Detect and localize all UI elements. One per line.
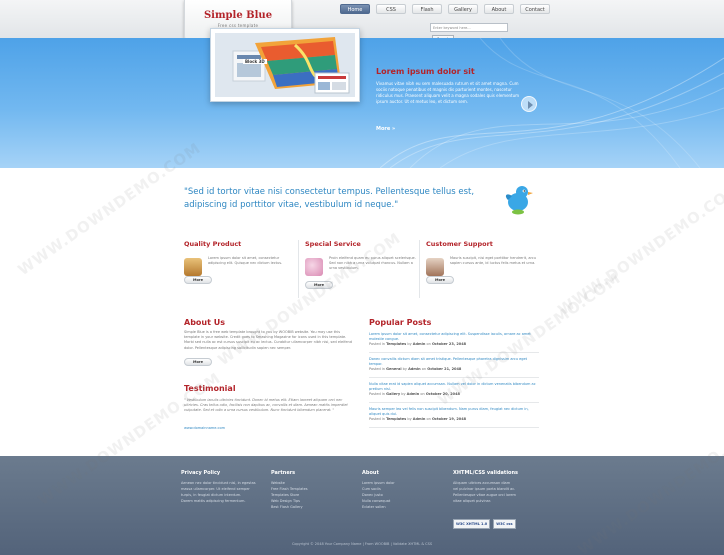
post-meta: Posted in Gallery by Admin on October 20…	[369, 392, 460, 397]
feature-title: Quality Product	[184, 240, 242, 248]
nav-css[interactable]: CSS	[376, 4, 406, 14]
copyright-text: Copyright © 2048 Your Company Name | Fro…	[291, 542, 433, 546]
intro-quote: "Sed id tortor vitae nisi consectetur te…	[184, 187, 475, 210]
service-icon	[305, 258, 323, 276]
post-item[interactable]: Lorem ipsum dolor sit amet, consectetur …	[369, 332, 539, 353]
post-title[interactable]: Nulla vitae erat id sapien aliquet accum…	[369, 382, 539, 392]
testimonial-text: " Vestibulum iaculis ultricies tincidunt…	[184, 398, 348, 413]
nav-about[interactable]: About	[484, 4, 514, 14]
post-title[interactable]: Mauris semper leo vel felis non suscipit…	[369, 407, 539, 417]
feature-title: Special Service	[305, 240, 361, 248]
feature-quality-product: Quality Product Lorem ipsum dolor sit am…	[184, 240, 296, 285]
footer-link[interactable]: Best Flash Gallery	[271, 504, 351, 510]
site-footer: Privacy Policy Aenean nec dolor tincidun…	[0, 456, 724, 555]
main-nav: Home CSS Flash Gallery About Contact	[340, 4, 550, 14]
testimonial-link[interactable]: www.domainname.com	[184, 426, 225, 430]
nav-contact[interactable]: Contact	[520, 4, 550, 14]
footer-partners-column: Partners Website Free Flash Templates Te…	[271, 470, 351, 510]
post-item[interactable]: Nulla vitae erat id sapien aliquet accum…	[369, 382, 539, 403]
feature-text: Mauris suscipit, nisi eget porttitor hen…	[450, 256, 536, 265]
about-text: Simple Blue is a free web template broug…	[184, 330, 352, 350]
feature-more-button[interactable]: More	[184, 276, 212, 284]
package-icon	[184, 258, 202, 276]
feature-text: Proin eleifend quam eu purus aliquet sce…	[329, 256, 416, 270]
validation-badges: W3C XHTML 1.0 W3C css	[453, 510, 553, 529]
twitter-bird-icon[interactable]	[502, 180, 534, 216]
hero-next-arrow-icon[interactable]	[521, 96, 537, 112]
post-title[interactable]: Donec convallis dictum diam sit amet tri…	[369, 357, 539, 367]
hero-text: Vivamus vitae nibh eu sem malesuada rutr…	[376, 81, 520, 104]
nav-gallery[interactable]: Gallery	[448, 4, 478, 14]
support-icon	[426, 258, 444, 276]
w3c-xhtml-badge[interactable]: W3C XHTML 1.0	[453, 519, 491, 529]
footer-link[interactable]: Eclater sollen	[362, 504, 442, 510]
feature-divider	[298, 240, 299, 298]
hero-image-label: Block 3D	[243, 59, 267, 64]
hero-image: Block 3D	[215, 33, 355, 97]
feature-title: Customer Support	[426, 240, 493, 248]
feature-customer-support: Customer Support Mauris suscipit, nisi e…	[426, 240, 538, 285]
popular-posts-title: Popular Posts	[369, 318, 432, 327]
footer-column-title: Privacy Policy	[181, 470, 221, 476]
footer-privacy-column: Privacy Policy Aenean nec dolor tincidun…	[181, 470, 261, 504]
search-input[interactable]: Enter keyword here...	[430, 23, 508, 32]
feature-divider	[419, 240, 420, 298]
main-content: "Sed id tortor vitae nisi consectetur te…	[0, 168, 724, 456]
hero-title: Lorem ipsum dolor sit	[376, 67, 475, 76]
post-item[interactable]: Mauris semper leo vel felis non suscipit…	[369, 407, 539, 428]
feature-text: Lorem ipsum dolor sit amet, consectetur …	[208, 256, 283, 265]
post-meta: Posted in Templates by Admin on October …	[369, 417, 467, 422]
footer-column-title: Partners	[271, 470, 296, 476]
feature-more-button[interactable]: More	[426, 276, 454, 284]
footer-text: Dorem mattis adipiscing fermentum.	[181, 499, 246, 503]
post-item[interactable]: Donec convallis dictum diam sit amet tri…	[369, 357, 539, 378]
post-meta: Posted in General by Admin on October 21…	[369, 367, 462, 372]
testimonial-title: Testimonial	[184, 384, 236, 393]
footer-column-title: XHTML/CSS validations	[453, 470, 519, 476]
footer-column-title: About	[362, 470, 379, 476]
footer-about-column: About Lorem ipsum dolor Cum sociis Donec…	[362, 470, 442, 510]
nav-home[interactable]: Home	[340, 4, 370, 14]
about-more-button[interactable]: More	[184, 358, 212, 366]
hero-image-frame: Block 3D	[210, 28, 360, 102]
about-title: About Us	[184, 318, 225, 327]
hero-3d-blocks-illustration	[215, 33, 355, 97]
feature-more-button[interactable]: More	[305, 281, 333, 289]
logo-title: Simple Blue	[203, 10, 273, 21]
feature-special-service: Special Service Proin eleifend quam eu p…	[305, 240, 417, 290]
w3c-css-badge[interactable]: W3C css	[493, 519, 516, 529]
hero-more-link[interactable]: More »	[376, 126, 395, 132]
footer-validation-column: XHTML/CSS validations Aliquam ultrices a…	[453, 470, 553, 529]
nav-flash[interactable]: Flash	[412, 4, 442, 14]
footer-text: vitae aliquet pulvinar.	[453, 499, 492, 503]
post-meta: Posted in Templates by Admin on October …	[369, 342, 467, 347]
hero-banner	[0, 38, 724, 168]
post-title[interactable]: Lorem ipsum dolor sit amet, consectetur …	[369, 332, 539, 342]
